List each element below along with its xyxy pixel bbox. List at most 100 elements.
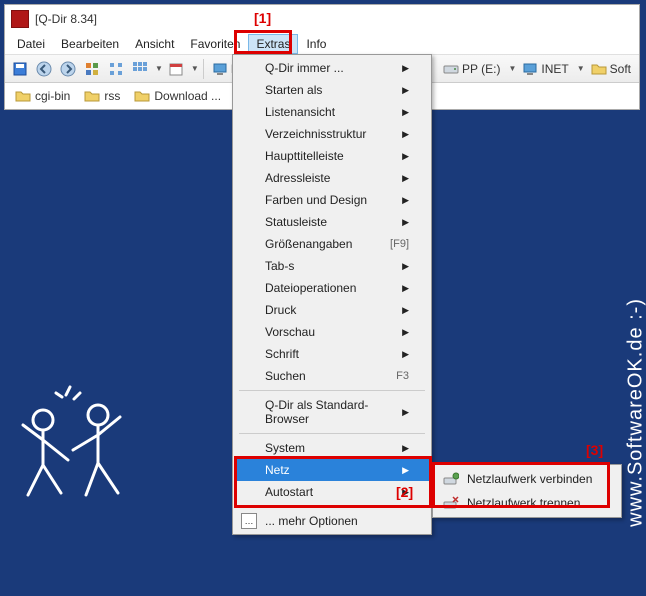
submenu-label: Netzlaufwerk trennen: [467, 496, 580, 510]
submenu-arrow-icon: ▶: [402, 151, 409, 162]
chevron-down-icon[interactable]: ▼: [191, 64, 199, 73]
dropdown-label: Größenangaben: [265, 237, 352, 251]
dropdown-label: Autostart: [265, 485, 313, 499]
submenu-arrow-icon: ▶: [402, 129, 409, 140]
menu-info[interactable]: Info: [298, 34, 334, 54]
dropdown-label: Suchen: [265, 369, 306, 383]
dropdown-item[interactable]: Größenangaben [F9]: [235, 233, 429, 255]
submenu-arrow-icon: ▶: [402, 195, 409, 206]
dropdown-item[interactable]: Haupttitelleiste ▶: [235, 145, 429, 167]
dropdown-label: ... mehr Optionen: [265, 514, 358, 528]
submenu-arrow-icon: ▶: [402, 63, 409, 74]
menu-favoriten[interactable]: Favoriten: [182, 34, 248, 54]
dropdown-item[interactable]: Schrift ▶: [235, 343, 429, 365]
titlebar: [Q-Dir 8.34]: [5, 5, 639, 33]
toolbar-back-icon[interactable]: [33, 58, 55, 80]
breadcrumb-item[interactable]: cgi-bin: [9, 86, 76, 106]
chevron-down-icon[interactable]: ▼: [577, 64, 585, 73]
dropdown-label: Q-Dir als Standard-Browser: [265, 398, 402, 426]
menu-extras[interactable]: Extras: [248, 34, 298, 54]
network-drive-disconnect-icon: [443, 495, 459, 511]
dropdown-label: Farben und Design: [265, 193, 367, 207]
toolbar-grid-icon[interactable]: [105, 58, 127, 80]
callout-1-label: [1]: [254, 10, 271, 26]
dropdown-item[interactable]: Vorschau ▶: [235, 321, 429, 343]
dropdown-label: System: [265, 441, 305, 455]
dropdown-label: Druck: [265, 303, 296, 317]
callout-3-label: [3]: [586, 442, 603, 458]
menu-ansicht[interactable]: Ansicht: [127, 34, 182, 54]
dropdown-label: Tab-s: [265, 259, 294, 273]
dropdown-item[interactable]: Listenansicht ▶: [235, 101, 429, 123]
dropdown-item[interactable]: Druck ▶: [235, 299, 429, 321]
submenu-arrow-icon: ▶: [402, 443, 409, 454]
network-drive-icon: [443, 471, 459, 487]
shortcut-label: [F9]: [390, 238, 409, 250]
submenu-label: Netzlaufwerk verbinden: [467, 472, 592, 486]
dropdown-item[interactable]: Netz ▶: [235, 459, 429, 481]
dropdown-item[interactable]: Verzeichnisstruktur ▶: [235, 123, 429, 145]
dropdown-item[interactable]: Statusleiste ▶: [235, 211, 429, 233]
netz-submenu: Netzlaufwerk verbinden Netzlaufwerk tren…: [432, 464, 622, 518]
dancing-figures-art: [8, 360, 148, 560]
dropdown-item[interactable]: Tab-s ▶: [235, 255, 429, 277]
submenu-disconnect[interactable]: Netzlaufwerk trennen: [435, 491, 619, 515]
dropdown-label: Schrift: [265, 347, 299, 361]
dropdown-item[interactable]: … ... mehr Optionen: [235, 510, 429, 532]
dropdown-item[interactable]: System ▶: [235, 437, 429, 459]
submenu-arrow-icon: ▶: [402, 407, 409, 418]
watermark: www.SoftwareOK.de :-): [625, 298, 646, 527]
dropdown-label: Statusleiste: [265, 215, 327, 229]
dropdown-separator: [239, 433, 425, 434]
dropdown-item[interactable]: Q-Dir immer ...▶: [235, 57, 429, 79]
shortcut-label: F3: [396, 370, 409, 382]
toolbar-save-icon[interactable]: [9, 58, 31, 80]
submenu-arrow-icon: ▶: [402, 327, 409, 338]
app-icon: [11, 10, 29, 28]
dropdown-item[interactable]: Farben und Design ▶: [235, 189, 429, 211]
drive-soft[interactable]: Soft: [587, 61, 635, 77]
dropdown-item[interactable]: Starten als ▶: [235, 79, 429, 101]
submenu-arrow-icon: ▶: [402, 217, 409, 228]
toolbar-apps-icon[interactable]: [81, 58, 103, 80]
dropdown-label: Listenansicht: [265, 105, 335, 119]
submenu-arrow-icon: ▶: [402, 261, 409, 272]
toolbar-forward-icon[interactable]: [57, 58, 79, 80]
window-title: [Q-Dir 8.34]: [35, 12, 97, 26]
submenu-arrow-icon: ▶: [402, 173, 409, 184]
options-icon: …: [241, 513, 257, 529]
menu-datei[interactable]: Datei: [9, 34, 53, 54]
dropdown-item[interactable]: Q-Dir als Standard-Browser▶: [235, 394, 429, 430]
chevron-down-icon[interactable]: ▼: [155, 64, 163, 73]
breadcrumb-item[interactable]: rss: [78, 86, 126, 106]
breadcrumb-item[interactable]: Download ...: [128, 86, 227, 106]
drive-inet[interactable]: INET: [518, 61, 572, 77]
submenu-arrow-icon: ▶: [402, 349, 409, 360]
dropdown-label: Haupttitelleiste: [265, 149, 344, 163]
dropdown-item[interactable]: Adressleiste ▶: [235, 167, 429, 189]
toolbar-grid2-icon[interactable]: [129, 58, 151, 80]
dropdown-item[interactable]: Dateioperationen ▶: [235, 277, 429, 299]
submenu-arrow-icon: ▶: [402, 107, 409, 118]
toolbar-separator: [203, 59, 204, 79]
submenu-arrow-icon: ▶: [402, 85, 409, 96]
menubar: Datei Bearbeiten Ansicht Favoriten Extra…: [5, 33, 639, 55]
dropdown-label: Netz: [265, 463, 290, 477]
toolbar-calendar-icon[interactable]: [165, 58, 187, 80]
dropdown-label: Starten als: [265, 83, 322, 97]
dropdown-label: Dateioperationen: [265, 281, 356, 295]
dropdown-label: Vorschau: [265, 325, 315, 339]
menu-bearbeiten[interactable]: Bearbeiten: [53, 34, 127, 54]
dropdown-label: Adressleiste: [265, 171, 330, 185]
submenu-arrow-icon: ▶: [402, 305, 409, 316]
chevron-down-icon[interactable]: ▼: [508, 64, 516, 73]
submenu-arrow-icon: ▶: [402, 465, 409, 476]
dropdown-label: Verzeichnisstruktur: [265, 127, 366, 141]
drive-pp[interactable]: PP (E:): [439, 61, 504, 77]
dropdown-item[interactable]: Suchen F3: [235, 365, 429, 387]
submenu-connect[interactable]: Netzlaufwerk verbinden: [435, 467, 619, 491]
callout-2-label: [2]: [396, 484, 413, 500]
extras-dropdown: Q-Dir immer ...▶Starten als▶Listenansich…: [232, 54, 432, 535]
submenu-arrow-icon: ▶: [402, 283, 409, 294]
dropdown-separator: [239, 506, 425, 507]
